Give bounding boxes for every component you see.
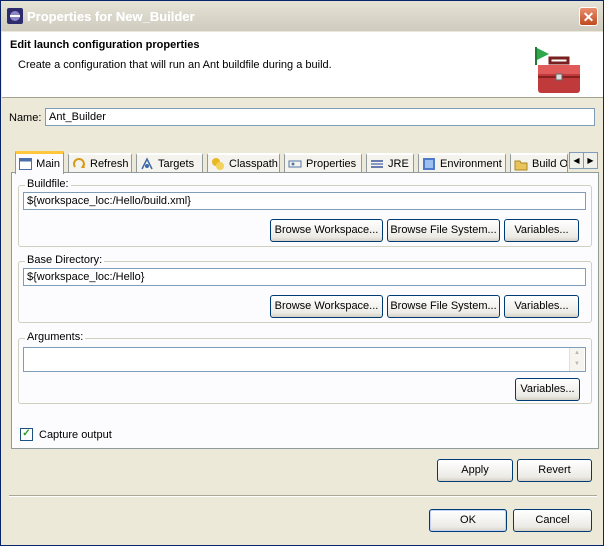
eclipse-icon	[7, 8, 23, 24]
refresh-icon	[72, 157, 86, 171]
tab-targets[interactable]: Targets	[136, 153, 203, 173]
banner-title: Edit launch configuration properties	[10, 39, 200, 51]
tab-strip: Main Refresh Targets Classpath Propertie…	[15, 151, 599, 174]
arguments-group: Arguments: ▲ ▼ Variables...	[18, 331, 592, 404]
tab-build-options[interactable]: Build O	[510, 153, 568, 173]
build-options-icon	[514, 157, 528, 171]
tab-label: Properties	[306, 158, 357, 170]
chevron-left-icon: ◀	[573, 156, 580, 165]
tab-classpath[interactable]: Classpath	[207, 153, 280, 173]
main-tab-panel: Buildfile: ${workspace_loc:/Hello/build.…	[11, 172, 599, 449]
tab-properties[interactable]: Properties	[284, 153, 362, 173]
header-banner: Edit launch configuration properties Cre…	[2, 32, 603, 98]
apply-button[interactable]: Apply	[437, 459, 513, 482]
arguments-textarea[interactable]	[23, 347, 586, 372]
targets-icon	[140, 157, 154, 171]
buildfile-variables-button[interactable]: Variables...	[504, 219, 579, 242]
tab-scroll-right-button[interactable]: ▶	[583, 152, 598, 169]
buildfile-input[interactable]: ${workspace_loc:/Hello/build.xml}	[23, 192, 586, 210]
jre-icon	[370, 157, 384, 171]
base-directory-browse-workspace-button[interactable]: Browse Workspace...	[270, 295, 383, 318]
tab-environment[interactable]: Environment	[418, 153, 506, 173]
buildfile-browse-filesystem-button[interactable]: Browse File System...	[387, 219, 500, 242]
tab-label: Build O	[532, 158, 568, 170]
banner-description: Create a configuration that will run an …	[18, 59, 332, 71]
checkbox-checked-icon[interactable]: ✓	[20, 428, 33, 441]
toolbox-icon	[532, 45, 586, 95]
scroll-up-icon[interactable]: ▲	[570, 348, 584, 359]
tab-label: Environment	[440, 158, 502, 170]
tab-label: Main	[36, 158, 60, 170]
tab-label: Refresh	[90, 158, 129, 170]
buildfile-browse-workspace-button[interactable]: Browse Workspace...	[270, 219, 383, 242]
name-label: Name:	[9, 112, 42, 124]
buildfile-label: Buildfile:	[25, 178, 71, 190]
chevron-right-icon: ▶	[587, 156, 594, 165]
properties-dialog: Properties for New_Builder ✕ Edit launch…	[0, 0, 604, 546]
scroll-down-icon[interactable]: ▼	[570, 359, 584, 370]
base-directory-label: Base Directory:	[25, 254, 105, 266]
tab-jre[interactable]: JRE	[366, 153, 414, 173]
name-input[interactable]: Ant_Builder	[45, 108, 595, 126]
title-bar[interactable]: Properties for New_Builder ✕	[1, 1, 603, 31]
main-tab-icon	[19, 157, 33, 171]
arguments-scrollbar[interactable]: ▲ ▼	[569, 348, 584, 371]
capture-output-checkbox[interactable]: ✓ Capture output	[20, 428, 112, 441]
arguments-variables-button[interactable]: Variables...	[515, 378, 580, 401]
tab-label: JRE	[388, 158, 409, 170]
buildfile-group: Buildfile: ${workspace_loc:/Hello/build.…	[18, 178, 592, 247]
properties-icon	[288, 157, 302, 171]
tab-main[interactable]: Main	[15, 151, 64, 174]
capture-output-label: Capture output	[39, 428, 112, 441]
tab-scroll-left-button[interactable]: ◀	[569, 152, 584, 169]
base-directory-input[interactable]: ${workspace_loc:/Hello}	[23, 268, 586, 286]
window-title: Properties for New_Builder	[27, 9, 195, 24]
ok-button[interactable]: OK	[429, 509, 507, 532]
tab-label: Targets	[158, 158, 195, 170]
close-button[interactable]: ✕	[579, 7, 598, 26]
base-directory-variables-button[interactable]: Variables...	[504, 295, 579, 318]
environment-icon	[422, 157, 436, 171]
base-directory-browse-filesystem-button[interactable]: Browse File System...	[387, 295, 500, 318]
base-directory-group: Base Directory: ${workspace_loc:/Hello} …	[18, 254, 592, 323]
tab-label: Classpath	[229, 158, 278, 170]
tab-refresh[interactable]: Refresh	[68, 153, 132, 173]
cancel-button[interactable]: Cancel	[513, 509, 592, 532]
revert-button[interactable]: Revert	[517, 459, 592, 482]
separator	[9, 495, 597, 497]
classpath-icon	[211, 157, 225, 171]
arguments-label: Arguments:	[25, 331, 86, 343]
